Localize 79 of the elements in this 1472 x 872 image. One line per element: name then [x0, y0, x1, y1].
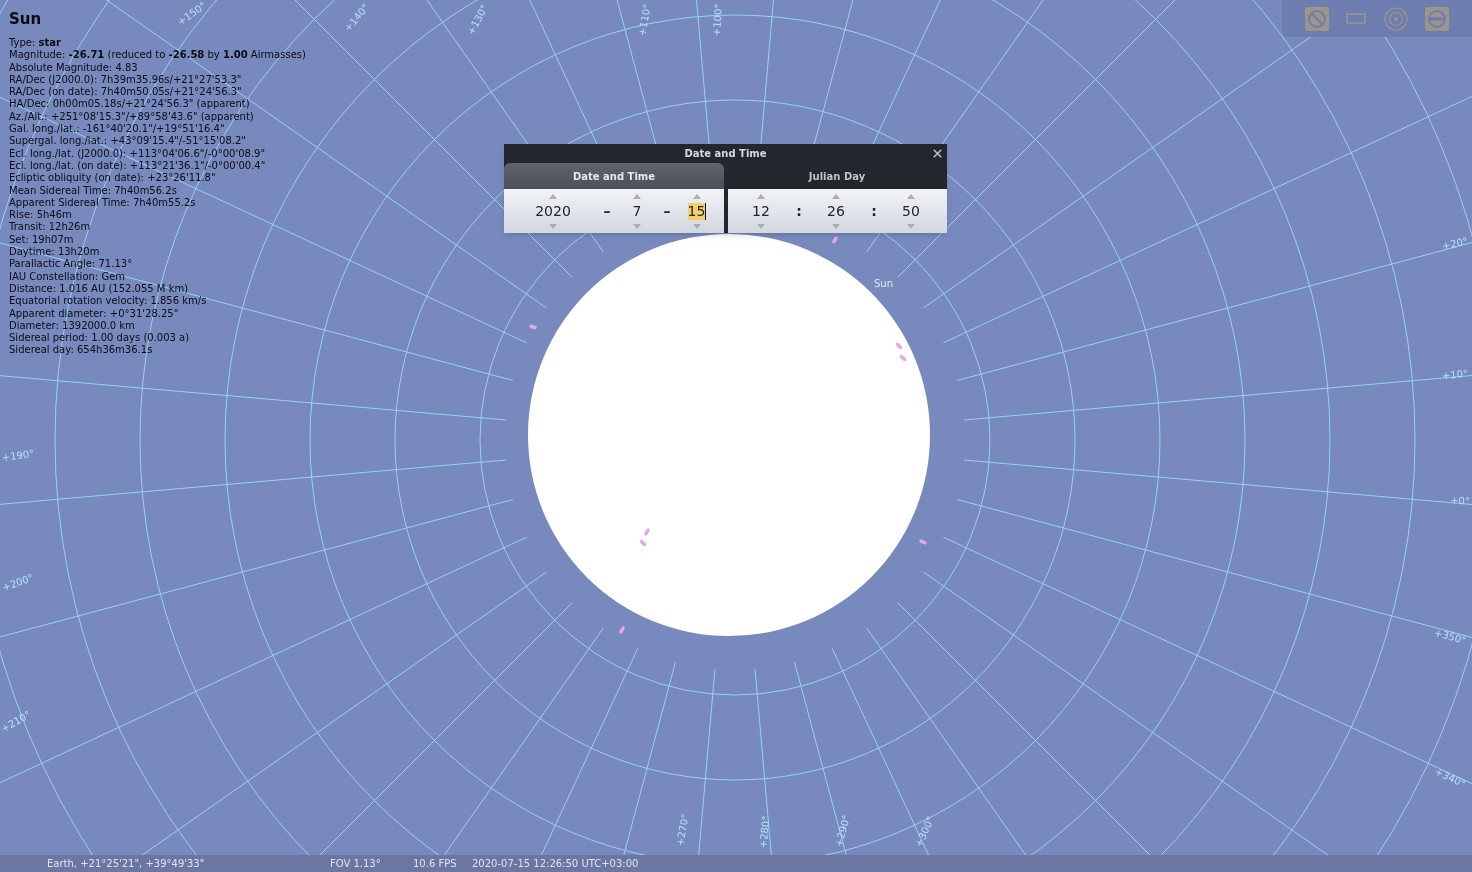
grid-label: +130°: [465, 3, 491, 37]
info-line: RA/Dec (J2000.0): 7h39m35.96s/+21°27'53.3": [9, 73, 242, 87]
info-line: Sidereal day: 654h36m36.1s: [9, 344, 153, 357]
info-line: Parallactic Angle: 71.13°: [9, 258, 133, 271]
info-line: RA/Dec (on date): 7h40m50.05s/+21°24'56.3": [9, 86, 242, 99]
info-line: Sidereal period: 1.00 days (0.003 a): [9, 332, 190, 345]
down-arrow-icon[interactable]: [549, 223, 557, 229]
info-line: Az./Alt.: +251°08'15.3"/+89°58'43.6" (apparent): [9, 110, 254, 124]
separator-text: –: [662, 202, 672, 220]
grid-label: +340°: [1433, 766, 1467, 790]
slash-circle-icon[interactable]: [1304, 6, 1329, 31]
up-arrow-icon[interactable]: [693, 193, 701, 199]
up-arrow-icon[interactable]: [907, 193, 915, 199]
info-line: Ecliptic obliquity (on date): +23°26'11.8": [9, 172, 216, 185]
datetime-text: 2020-07-15 12:26:50 UTC+03:00: [472, 858, 639, 869]
grid-label: +0°: [1449, 495, 1471, 507]
down-arrow-icon[interactable]: [832, 223, 840, 229]
info-line: Apparent Sidereal Time: 7h40m55.2s: [9, 196, 196, 210]
info-line: Gal. long./lat.: -161°40'20.1"/+19°51'16.4": [9, 123, 225, 136]
grid-label: +290°: [833, 814, 853, 848]
info-line: Magnitude: -26.71 (reduced to -26.58 by 1.00 Airmasses): [9, 49, 306, 62]
info-line: Set: 19h07m: [9, 233, 74, 247]
target-icon[interactable]: [1383, 6, 1408, 31]
number-field[interactable]: 50: [902, 202, 920, 220]
grid-label: +190°: [1, 448, 35, 464]
number-field[interactable]: 2020: [535, 202, 571, 220]
info-line: Diameter: 1392000.0 km: [9, 319, 135, 333]
separator-text: –: [602, 202, 612, 220]
grid-label: +300°: [913, 815, 937, 849]
separator-text: :: [795, 202, 803, 220]
grid-label: +200°: [1, 572, 35, 594]
down-arrow-icon[interactable]: [757, 223, 765, 229]
fov-text: FOV 1.13°: [330, 858, 382, 869]
info-line: Apparent diameter: +0°31'28.25": [9, 307, 179, 320]
rectangle-icon[interactable]: [1346, 13, 1367, 24]
number-field[interactable]: 15: [687, 202, 707, 220]
grid-label: +10°: [1441, 368, 1469, 382]
streak-icon: [831, 235, 839, 245]
location-text: Earth, +21°25'21", +39°49'33": [47, 858, 206, 869]
info-line: Mean Sidereal Time: 7h40m56.2s: [9, 184, 177, 197]
dialog-title: Date and Time: [684, 148, 767, 159]
grid-label: +20°: [1441, 236, 1469, 252]
down-arrow-icon[interactable]: [633, 223, 641, 229]
dialog-tab[interactable]: Date and Time: [504, 163, 724, 189]
number-field[interactable]: 7: [632, 202, 642, 220]
up-arrow-icon[interactable]: [832, 193, 840, 199]
grid-label: +110°: [637, 3, 653, 37]
info-line: Supergal. long./lat.: +43°09'15.4"/-51°15'08.2": [9, 135, 246, 148]
object-title: Sun: [9, 10, 42, 29]
separator-text: :: [870, 202, 878, 220]
info-line: Distance: 1.016 AU (152.055 M km): [9, 282, 189, 296]
minus-circle-icon[interactable]: [1425, 6, 1450, 31]
info-line: Ecl. long./lat. (on date): +113°21'36.1"/-0°00'00.4": [9, 159, 266, 173]
up-arrow-icon[interactable]: [549, 193, 557, 199]
fps-text: 10.6 FPS: [413, 858, 458, 869]
grid-label: +280°: [758, 815, 772, 849]
grid-label: +100°: [711, 3, 725, 37]
info-line: Type: star: [9, 37, 61, 50]
number-field[interactable]: 26: [827, 202, 845, 220]
info-line: Transit: 12h26m: [9, 221, 91, 234]
info-line: Daytime: 13h20m: [9, 246, 100, 259]
info-line: Equatorial rotation velocity: 1.856 km/s: [9, 295, 207, 308]
down-arrow-icon[interactable]: [907, 223, 915, 229]
grid-label: +350°: [1433, 627, 1467, 647]
up-arrow-icon[interactable]: [633, 193, 641, 199]
info-line: Ecl. long./lat. (J2000.0): +113°04'06.6"/-0°00'08.9": [9, 147, 266, 160]
streak-icon: [618, 625, 626, 635]
info-line: Rise: 5h46m: [9, 209, 72, 222]
info-line: HA/Dec: 0h00m05.18s/+21°24'56.3" (apparent): [9, 98, 250, 111]
streak-icon: [528, 323, 538, 331]
down-arrow-icon[interactable]: [693, 223, 701, 229]
grid-label: +270°: [675, 813, 691, 847]
number-field[interactable]: 12: [752, 202, 770, 220]
info-line: IAU Constellation: Gem: [9, 270, 126, 283]
up-arrow-icon[interactable]: [757, 193, 765, 199]
close-button[interactable]: [931, 147, 944, 160]
object-label: Sun: [874, 279, 894, 289]
streak-icon: [918, 538, 928, 546]
info-line: Absolute Magnitude: 4.83: [9, 61, 138, 74]
